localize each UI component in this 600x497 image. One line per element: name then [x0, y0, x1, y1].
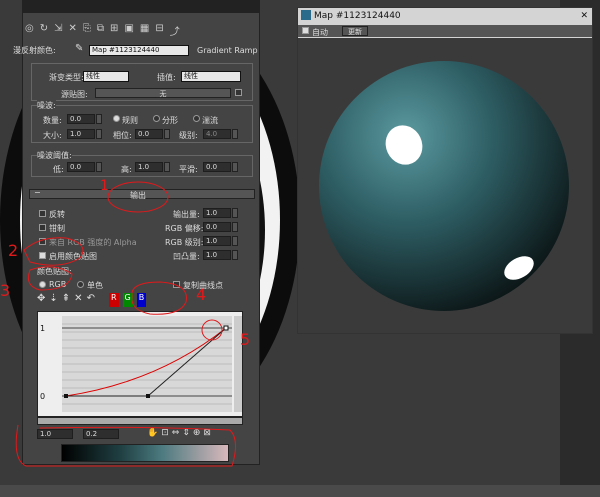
- annotation-1: 1: [100, 178, 109, 194]
- red-annotations: 1 2 3 4 5: [0, 178, 250, 467]
- annotation-3: 3: [0, 281, 10, 300]
- annotation-2: 2: [8, 241, 18, 260]
- annotation-4: 4: [196, 285, 206, 304]
- annotation-5: 5: [240, 330, 250, 349]
